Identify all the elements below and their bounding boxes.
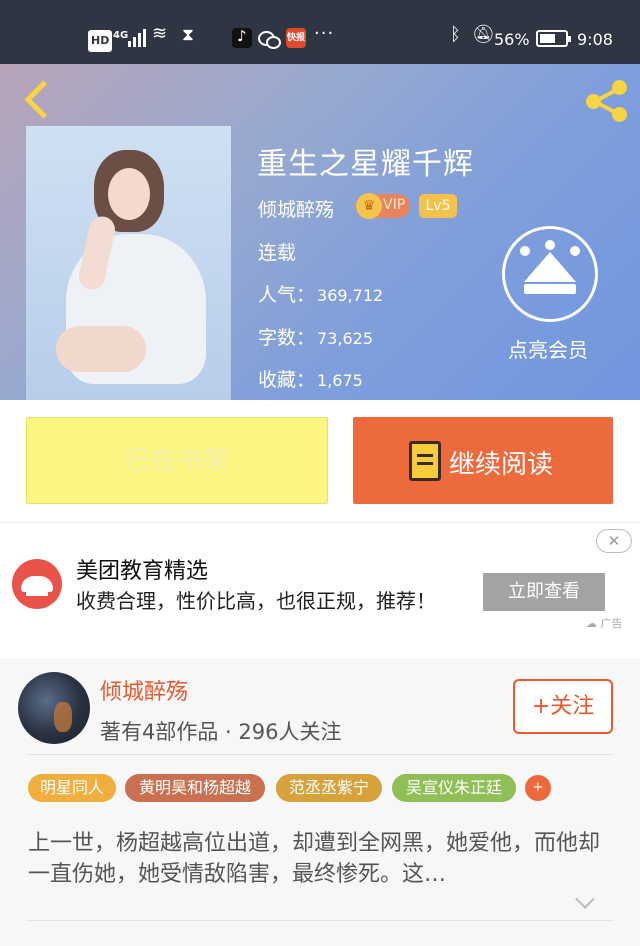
wechat-icon <box>258 28 281 49</box>
battery-icon <box>536 30 571 47</box>
back-button[interactable] <box>18 80 58 120</box>
book-icon <box>409 441 441 481</box>
synopsis[interactable]: 上一世，杨超越高位出道，却遭到全网黑，她爱他，而他却一直伤她，她受情敌陷害，最终… <box>28 828 608 890</box>
popularity-stat: 人气： 369,712 <box>258 284 384 306</box>
ad-description: 收费合理，性价比高，也很正规，推荐！ <box>76 589 436 613</box>
ad-banner[interactable]: 美团教育精选 收费合理，性价比高，也很正规，推荐！ 立即查看 ✕ ☁ 广告 <box>0 522 640 658</box>
close-icon[interactable]: ✕ <box>596 529 632 553</box>
kuaibao-icon: 快报 <box>286 28 306 48</box>
ad-view-button[interactable]: 立即查看 <box>483 573 605 611</box>
member-button[interactable]: 点亮会员 <box>500 226 600 362</box>
continue-reading-button[interactable]: 继续阅读 <box>353 417 613 504</box>
divider <box>26 920 614 921</box>
member-label: 点亮会员 <box>508 338 588 362</box>
collection-stat: 收藏： 1,675 <box>258 369 363 391</box>
meituan-logo-icon <box>12 559 62 609</box>
tag-list: 明星同人 黄明昊和杨超越 范丞丞紫宁 吴宣仪朱正廷 + <box>28 774 628 802</box>
author-meta: 著有4部作品 · 296人关注 <box>100 720 342 744</box>
author-name[interactable]: 倾城醉殇 <box>100 674 188 706</box>
share-button[interactable] <box>582 78 630 122</box>
tag[interactable]: 吴宣仪朱正廷 <box>392 774 516 802</box>
crown-icon: ♛ <box>356 193 382 219</box>
action-bar: 已在书架 继续阅读 <box>0 400 640 522</box>
on-shelf-button[interactable]: 已在书架 <box>26 417 328 504</box>
chevron-down-icon[interactable] <box>574 890 594 910</box>
wordcount-stat: 字数： 73,625 <box>258 327 373 349</box>
bluetooth-icon: ᛒ <box>450 24 461 45</box>
tag[interactable]: 明星同人 <box>28 774 116 802</box>
book-header: 重生之星耀千辉 倾城醉殇 ♛ VIP Lv5 连载 人气： 369,712 字数：… <box>0 64 640 400</box>
more-tags-button[interactable]: + <box>525 775 551 801</box>
vip-badge: ♛ VIP <box>356 193 410 219</box>
divider <box>26 754 614 755</box>
status-bar: HD 4G ≋ ⧗ 快报 ··· ᛒ 🔕︎ 56% 9:08 <box>0 0 640 64</box>
book-cover[interactable] <box>26 126 231 400</box>
serial-status: 连载 <box>258 242 297 264</box>
author-section: 倾城醉殇 著有4部作品 · 296人关注 +关注 明星同人 黄明昊和杨超越 范丞… <box>0 658 640 946</box>
network-type: 4G <box>113 30 129 41</box>
follow-button[interactable]: +关注 <box>513 679 613 734</box>
wifi-icon: ≋ <box>152 23 168 44</box>
battery-percent: 56% <box>494 30 530 49</box>
clock: 9:08 <box>577 30 613 49</box>
tag[interactable]: 范丞丞紫宁 <box>276 774 382 802</box>
more-notifications-icon: ··· <box>314 23 335 44</box>
hd-indicator: HD <box>88 30 113 52</box>
ad-mark: ☁ 广告 <box>586 617 623 630</box>
avatar[interactable] <box>18 672 90 744</box>
hourglass-icon: ⧗ <box>182 25 194 45</box>
level-badge: Lv5 <box>419 194 457 218</box>
mute-icon: 🔕︎ <box>472 24 495 45</box>
tiktok-icon <box>232 27 252 48</box>
signal-icon <box>128 27 146 47</box>
book-title: 重生之星耀千辉 <box>257 147 474 182</box>
tag[interactable]: 黄明昊和杨超越 <box>125 774 265 802</box>
ad-title: 美团教育精选 <box>76 559 209 584</box>
book-author[interactable]: 倾城醉殇 <box>258 195 334 222</box>
